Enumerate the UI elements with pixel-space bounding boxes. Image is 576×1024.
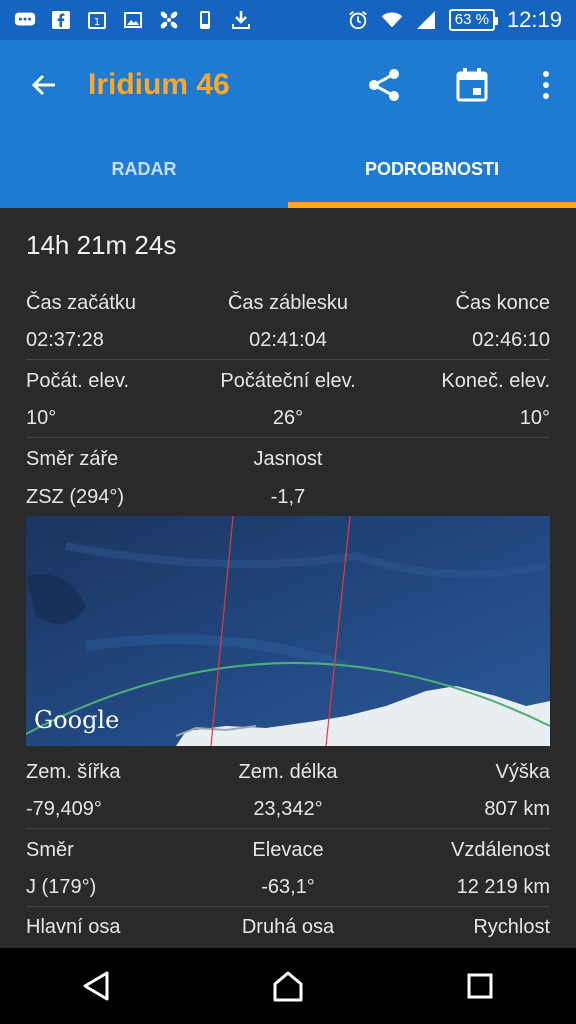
flare-elev-label: Počáteční elev. [220, 369, 356, 392]
latitude-label: Zem. šířka [26, 760, 121, 783]
back-button[interactable] [0, 40, 88, 130]
heading-section: Směr Elevace Vzdálenost J (179°) -63,1° … [26, 831, 550, 907]
share-icon [369, 69, 399, 101]
overflow-menu-button[interactable] [516, 40, 576, 130]
add-to-calendar-button[interactable] [428, 40, 516, 130]
elevation-section: Počát. elev. Počáteční elev. Koneč. elev… [26, 362, 550, 438]
phone-icon [194, 9, 216, 31]
major-axis-label: Hlavní osa [26, 915, 121, 938]
signal-icon [415, 9, 437, 31]
times-section: Čas začátku Čas záblesku Čas konce 02:37… [26, 284, 550, 360]
flare-direction-value: ZSZ (294°) [26, 485, 125, 508]
share-button[interactable] [340, 40, 428, 130]
distance-value: 12 219 km [456, 876, 551, 898]
fan-icon [158, 9, 180, 31]
satellite-map[interactable]: Google [26, 516, 550, 746]
clock: 12:19 [506, 7, 562, 32]
elevation-label: Elevace [252, 838, 324, 861]
countdown-timer: 14h 21m 24s [26, 230, 177, 260]
minor-axis-label: Druhá osa [241, 915, 335, 938]
nav-back-button[interactable] [48, 948, 144, 1024]
start-elev-label: Počát. elev. [26, 369, 130, 392]
longitude-label: Zem. délka [238, 760, 338, 783]
heading-value: J (179°) [26, 876, 97, 898]
altitude-label: Výška [495, 760, 551, 783]
wifi-icon [381, 9, 403, 31]
tab-bar: RADAR PODROBNOSTI [0, 130, 576, 208]
app-bar: Iridium 46 [0, 40, 576, 130]
speed-label: Rychlost [473, 915, 551, 938]
triangle-back-icon [83, 971, 109, 1001]
end-elev-value: 10° [519, 407, 551, 429]
more-vert-icon [543, 71, 549, 99]
status-bar: 1 63 % 12:19 [0, 0, 576, 40]
battery-indicator: 63 % [448, 9, 499, 31]
download-icon [230, 9, 252, 31]
direction-section: Směr záře Jasnost ZSZ (294°) -1,7 [26, 440, 550, 516]
elevation-value: -63,1° [261, 876, 315, 898]
brightness-value: -1,7 [270, 485, 306, 508]
altitude-value: 807 km [484, 798, 551, 820]
calendar-icon [456, 68, 488, 102]
home-icon [273, 971, 303, 1002]
details-panel: 14h 21m 24s Čas začátku Čas záblesku Čas… [0, 208, 576, 948]
latitude-value: -79,409° [26, 798, 102, 820]
orbit-section: Hlavní osa Druhá osa Rychlost [26, 908, 550, 946]
position-section: Zem. šířka Zem. délka Výška -79,409° 23,… [26, 753, 550, 829]
map-attribution: Google [34, 706, 120, 734]
svg-text:1: 1 [94, 17, 100, 28]
square-recents-icon [467, 973, 493, 999]
system-nav-bar [0, 948, 576, 1024]
end-time-value: 02:46:10 [472, 329, 551, 351]
page-title: Iridium 46 [88, 68, 230, 101]
arrow-back-icon [31, 74, 55, 96]
tab-podrobnosti[interactable]: PODROBNOSTI [288, 130, 576, 208]
nav-recents-button[interactable] [432, 948, 528, 1024]
end-time-label: Čas konce [455, 291, 551, 314]
flare-time-value: 02:41:04 [249, 329, 327, 351]
start-time-label: Čas začátku [26, 291, 137, 314]
image-icon [122, 9, 144, 31]
nav-home-button[interactable] [240, 948, 336, 1024]
tab-radar[interactable]: RADAR [0, 130, 288, 208]
alarm-icon [347, 9, 369, 31]
facebook-icon [50, 9, 72, 31]
end-elev-label: Koneč. elev. [441, 369, 551, 392]
flare-time-label: Čas záblesku [227, 291, 349, 314]
brightness-label: Jasnost [253, 447, 323, 470]
calendar-notification-icon: 1 [86, 9, 108, 31]
start-time-value: 02:37:28 [26, 329, 104, 351]
heading-label: Směr [26, 838, 74, 861]
flare-elev-value: 26° [272, 407, 304, 429]
flare-direction-label: Směr záře [26, 447, 119, 470]
message-icon [14, 9, 36, 31]
longitude-value: 23,342° [253, 798, 323, 820]
distance-label: Vzdálenost [451, 838, 551, 861]
start-elev-value: 10° [26, 407, 57, 429]
